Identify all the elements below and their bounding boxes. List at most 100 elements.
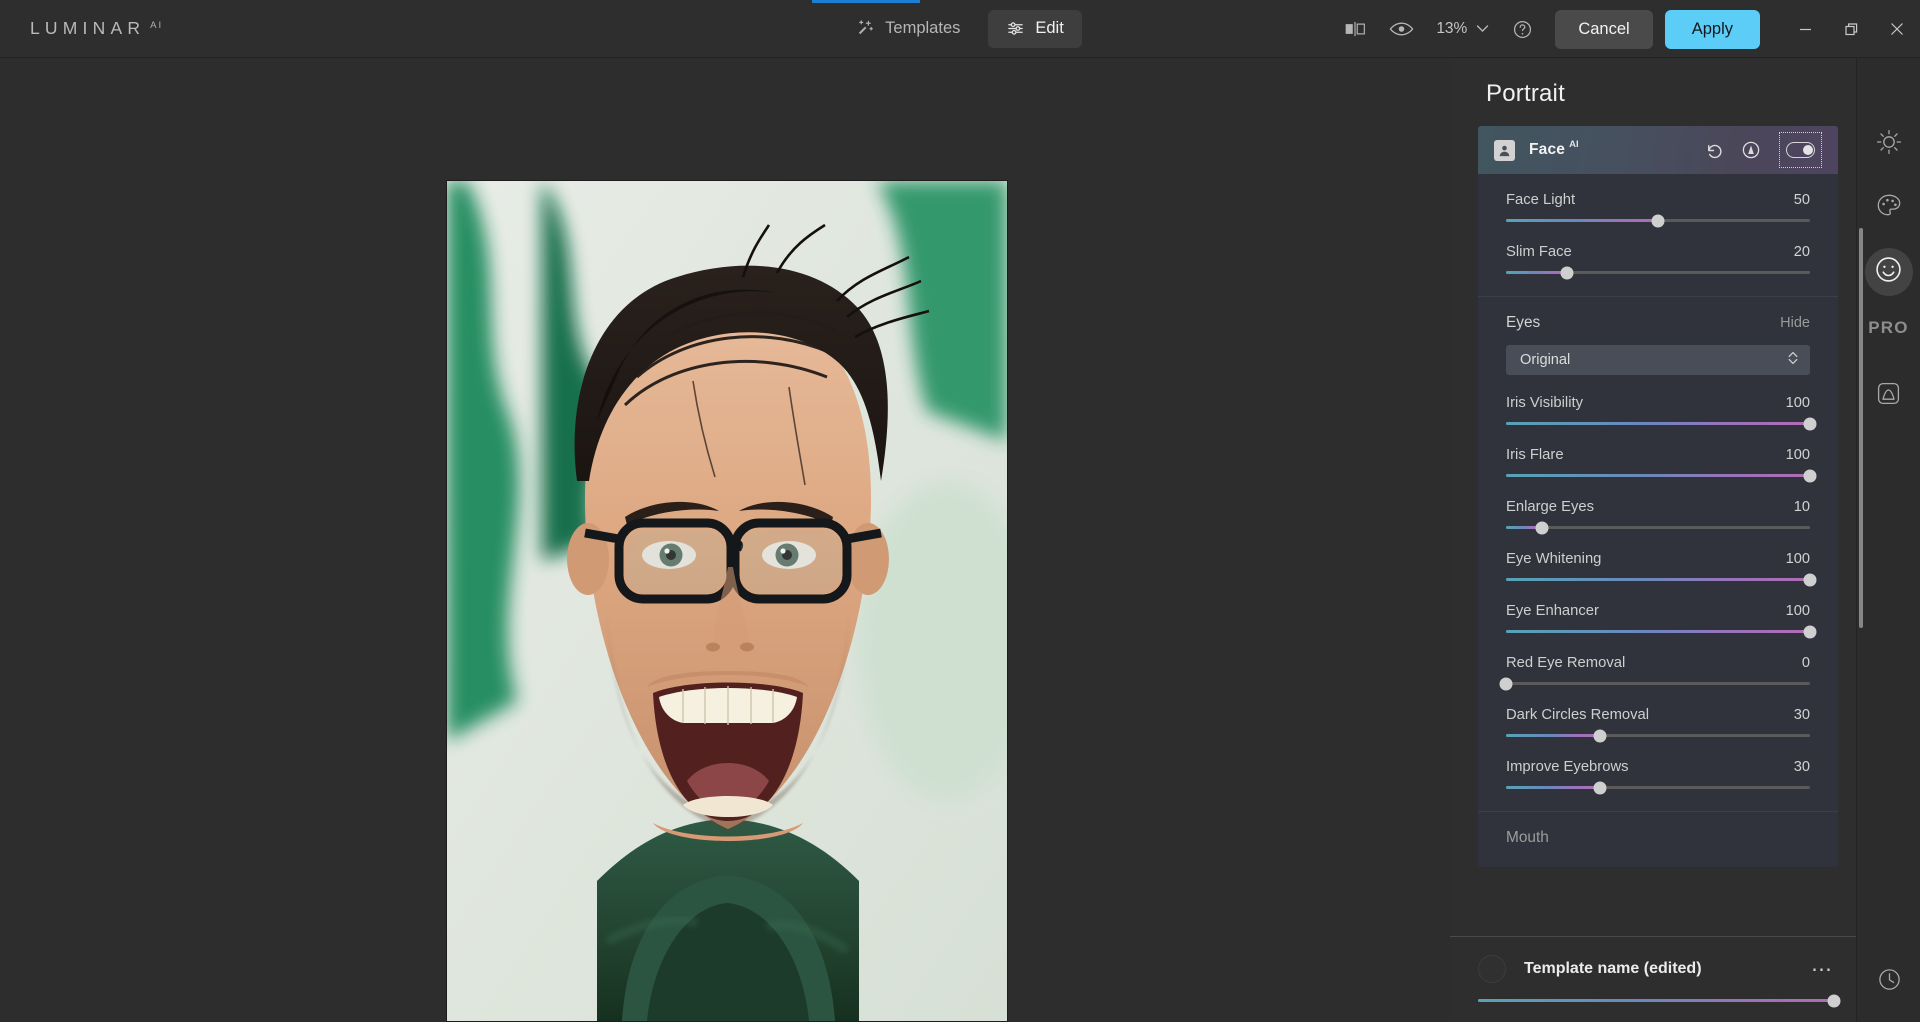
face-ai-tool-header[interactable]: Face AI	[1478, 126, 1838, 174]
slider-fill	[1506, 271, 1567, 274]
slider-track[interactable]	[1506, 625, 1817, 638]
active-tab-indicator	[812, 0, 920, 3]
slider-track[interactable]	[1506, 417, 1817, 430]
slider-face-light[interactable]: Face Light 50	[1506, 192, 1810, 227]
slider-track[interactable]	[1506, 729, 1810, 742]
slider-fill	[1506, 578, 1810, 581]
magic-wand-sparkle-icon	[856, 19, 875, 38]
history-clock-icon	[1877, 967, 1902, 997]
sliders-icon	[1006, 19, 1025, 38]
slider-handle[interactable]	[1560, 266, 1574, 279]
sidebar-item-professional[interactable]	[1865, 372, 1913, 420]
template-name-label: Template name (edited)	[1524, 960, 1702, 977]
right-panel: Portrait Face AI Face Light 50 Slim Face…	[1450, 58, 1856, 1022]
slider-iris-flare[interactable]: Iris Flare 100	[1506, 447, 1817, 482]
toggle-switch-on	[1786, 142, 1815, 158]
slider-handle[interactable]	[1535, 521, 1549, 534]
close-icon[interactable]	[1874, 7, 1920, 51]
eyes-sliders-group: Iris Visibility 100 Iris Flare 100 Enlar…	[1478, 395, 1838, 807]
slider-track[interactable]	[1506, 266, 1810, 279]
masking-circle-a-icon[interactable]	[1741, 140, 1761, 160]
cancel-button[interactable]: Cancel	[1555, 9, 1653, 49]
face-ai-tool-card: Face AI Face Light 50 Slim Face 20 Eyes …	[1478, 126, 1838, 867]
image-canvas[interactable]	[0, 58, 1450, 1022]
mouth-section-header[interactable]: Mouth	[1478, 812, 1838, 867]
slider-dark-circles-removal[interactable]: Dark Circles Removal 30	[1506, 707, 1810, 742]
slider-value: 30	[1793, 759, 1810, 775]
slider-slim-face[interactable]: Slim Face 20	[1506, 244, 1810, 279]
slider-label: Improve Eyebrows	[1506, 759, 1629, 775]
tab-edit-label: Edit	[1035, 19, 1064, 37]
template-amount-slider[interactable]	[1478, 994, 1841, 1007]
slider-handle[interactable]	[1803, 573, 1817, 586]
sidebar-item-essentials[interactable]	[1865, 120, 1913, 168]
tab-templates-label: Templates	[885, 19, 961, 37]
slider-eye-enhancer[interactable]: Eye Enhancer 100	[1506, 603, 1817, 638]
undo-reset-icon[interactable]	[1704, 141, 1723, 160]
sidebar-item-history[interactable]	[1865, 958, 1913, 1006]
eyes-section-hide-button[interactable]: Hide	[1780, 315, 1810, 331]
slider-handle[interactable]	[1593, 781, 1607, 794]
tool-rail: PRO	[1856, 58, 1920, 1022]
slider-fill	[1506, 786, 1601, 789]
slider-enlarge-eyes[interactable]: Enlarge Eyes 10	[1506, 499, 1810, 534]
slider-value: 30	[1793, 707, 1810, 723]
main-body: Portrait Face AI Face Light 50 Slim Face…	[0, 58, 1920, 1022]
slider-handle[interactable]	[1803, 417, 1817, 430]
sidebar-bottom	[1857, 958, 1920, 1006]
palette-icon	[1876, 193, 1902, 224]
slider-track[interactable]	[1506, 521, 1810, 534]
panel-scrollbar[interactable]	[1859, 228, 1863, 628]
slider-label: Iris Visibility	[1506, 395, 1584, 411]
help-circle-icon[interactable]	[1499, 9, 1545, 49]
slider-label: Enlarge Eyes	[1506, 499, 1595, 515]
sidebar-item-pro[interactable]: PRO	[1868, 318, 1908, 338]
template-bottom-bar: Template name (edited) ⋯	[1450, 936, 1856, 1022]
apply-button[interactable]: Apply	[1664, 9, 1760, 49]
sidebar-item-creative[interactable]	[1865, 184, 1913, 232]
person-portrait-icon	[1494, 139, 1515, 161]
slider-handle[interactable]	[1827, 994, 1841, 1007]
face-sliders-group: Face Light 50 Slim Face 20	[1478, 174, 1838, 292]
slider-handle[interactable]	[1593, 729, 1607, 742]
slider-track[interactable]	[1506, 573, 1817, 586]
portrait-photo-graphic	[447, 181, 1007, 1021]
tab-edit[interactable]: Edit	[988, 9, 1082, 48]
more-options-dots-icon[interactable]: ⋯	[1811, 959, 1834, 980]
slider-red-eye-removal[interactable]: Red Eye Removal 0	[1499, 655, 1810, 690]
slider-iris-visibility[interactable]: Iris Visibility 100	[1506, 395, 1817, 430]
slider-track[interactable]	[1506, 214, 1810, 227]
face-ai-header-actions	[1704, 132, 1822, 168]
sidebar-item-portrait[interactable]	[1864, 248, 1913, 296]
slider-label: Face Light	[1506, 192, 1576, 208]
slider-handle[interactable]	[1803, 469, 1817, 482]
panel-scroll-area[interactable]: Face AI Face Light 50 Slim Face 20 Eyes …	[1478, 126, 1838, 936]
slider-fill	[1506, 630, 1810, 633]
minimize-icon[interactable]	[1782, 7, 1828, 51]
slider-track[interactable]	[1499, 677, 1810, 690]
zoom-level-dropdown[interactable]: 13%	[1424, 10, 1499, 48]
restore-window-icon[interactable]	[1828, 7, 1874, 51]
face-ai-tool-superscript: AI	[1569, 138, 1579, 150]
smiley-face-icon	[1874, 255, 1903, 289]
eye-icon[interactable]	[1378, 9, 1424, 49]
slider-track[interactable]	[1506, 781, 1810, 794]
top-toolbar: LUMINAR AI Templates Edit 13% Cancel App…	[0, 0, 1920, 58]
slider-handle[interactable]	[1499, 677, 1513, 690]
template-thumbnail[interactable]	[1478, 955, 1506, 983]
slider-track[interactable]	[1506, 469, 1817, 482]
face-ai-tool-name: Face	[1529, 141, 1566, 158]
tab-templates[interactable]: Templates	[838, 10, 978, 48]
eyes-preset-dropdown[interactable]: Original	[1506, 345, 1810, 375]
before-after-compare-icon[interactable]	[1332, 9, 1378, 49]
edited-photo[interactable]	[447, 181, 1007, 1021]
slider-label: Slim Face	[1506, 244, 1572, 260]
slider-value: 100	[1785, 603, 1810, 619]
eyes-section-header[interactable]: Eyes Hide	[1478, 297, 1838, 345]
slider-improve-eyebrows[interactable]: Improve Eyebrows 30	[1506, 759, 1810, 794]
slider-fill	[1506, 474, 1810, 477]
face-ai-toggle[interactable]	[1779, 132, 1822, 168]
slider-eye-whitening[interactable]: Eye Whitening 100	[1506, 551, 1817, 586]
slider-handle[interactable]	[1651, 214, 1665, 227]
slider-handle[interactable]	[1803, 625, 1817, 638]
